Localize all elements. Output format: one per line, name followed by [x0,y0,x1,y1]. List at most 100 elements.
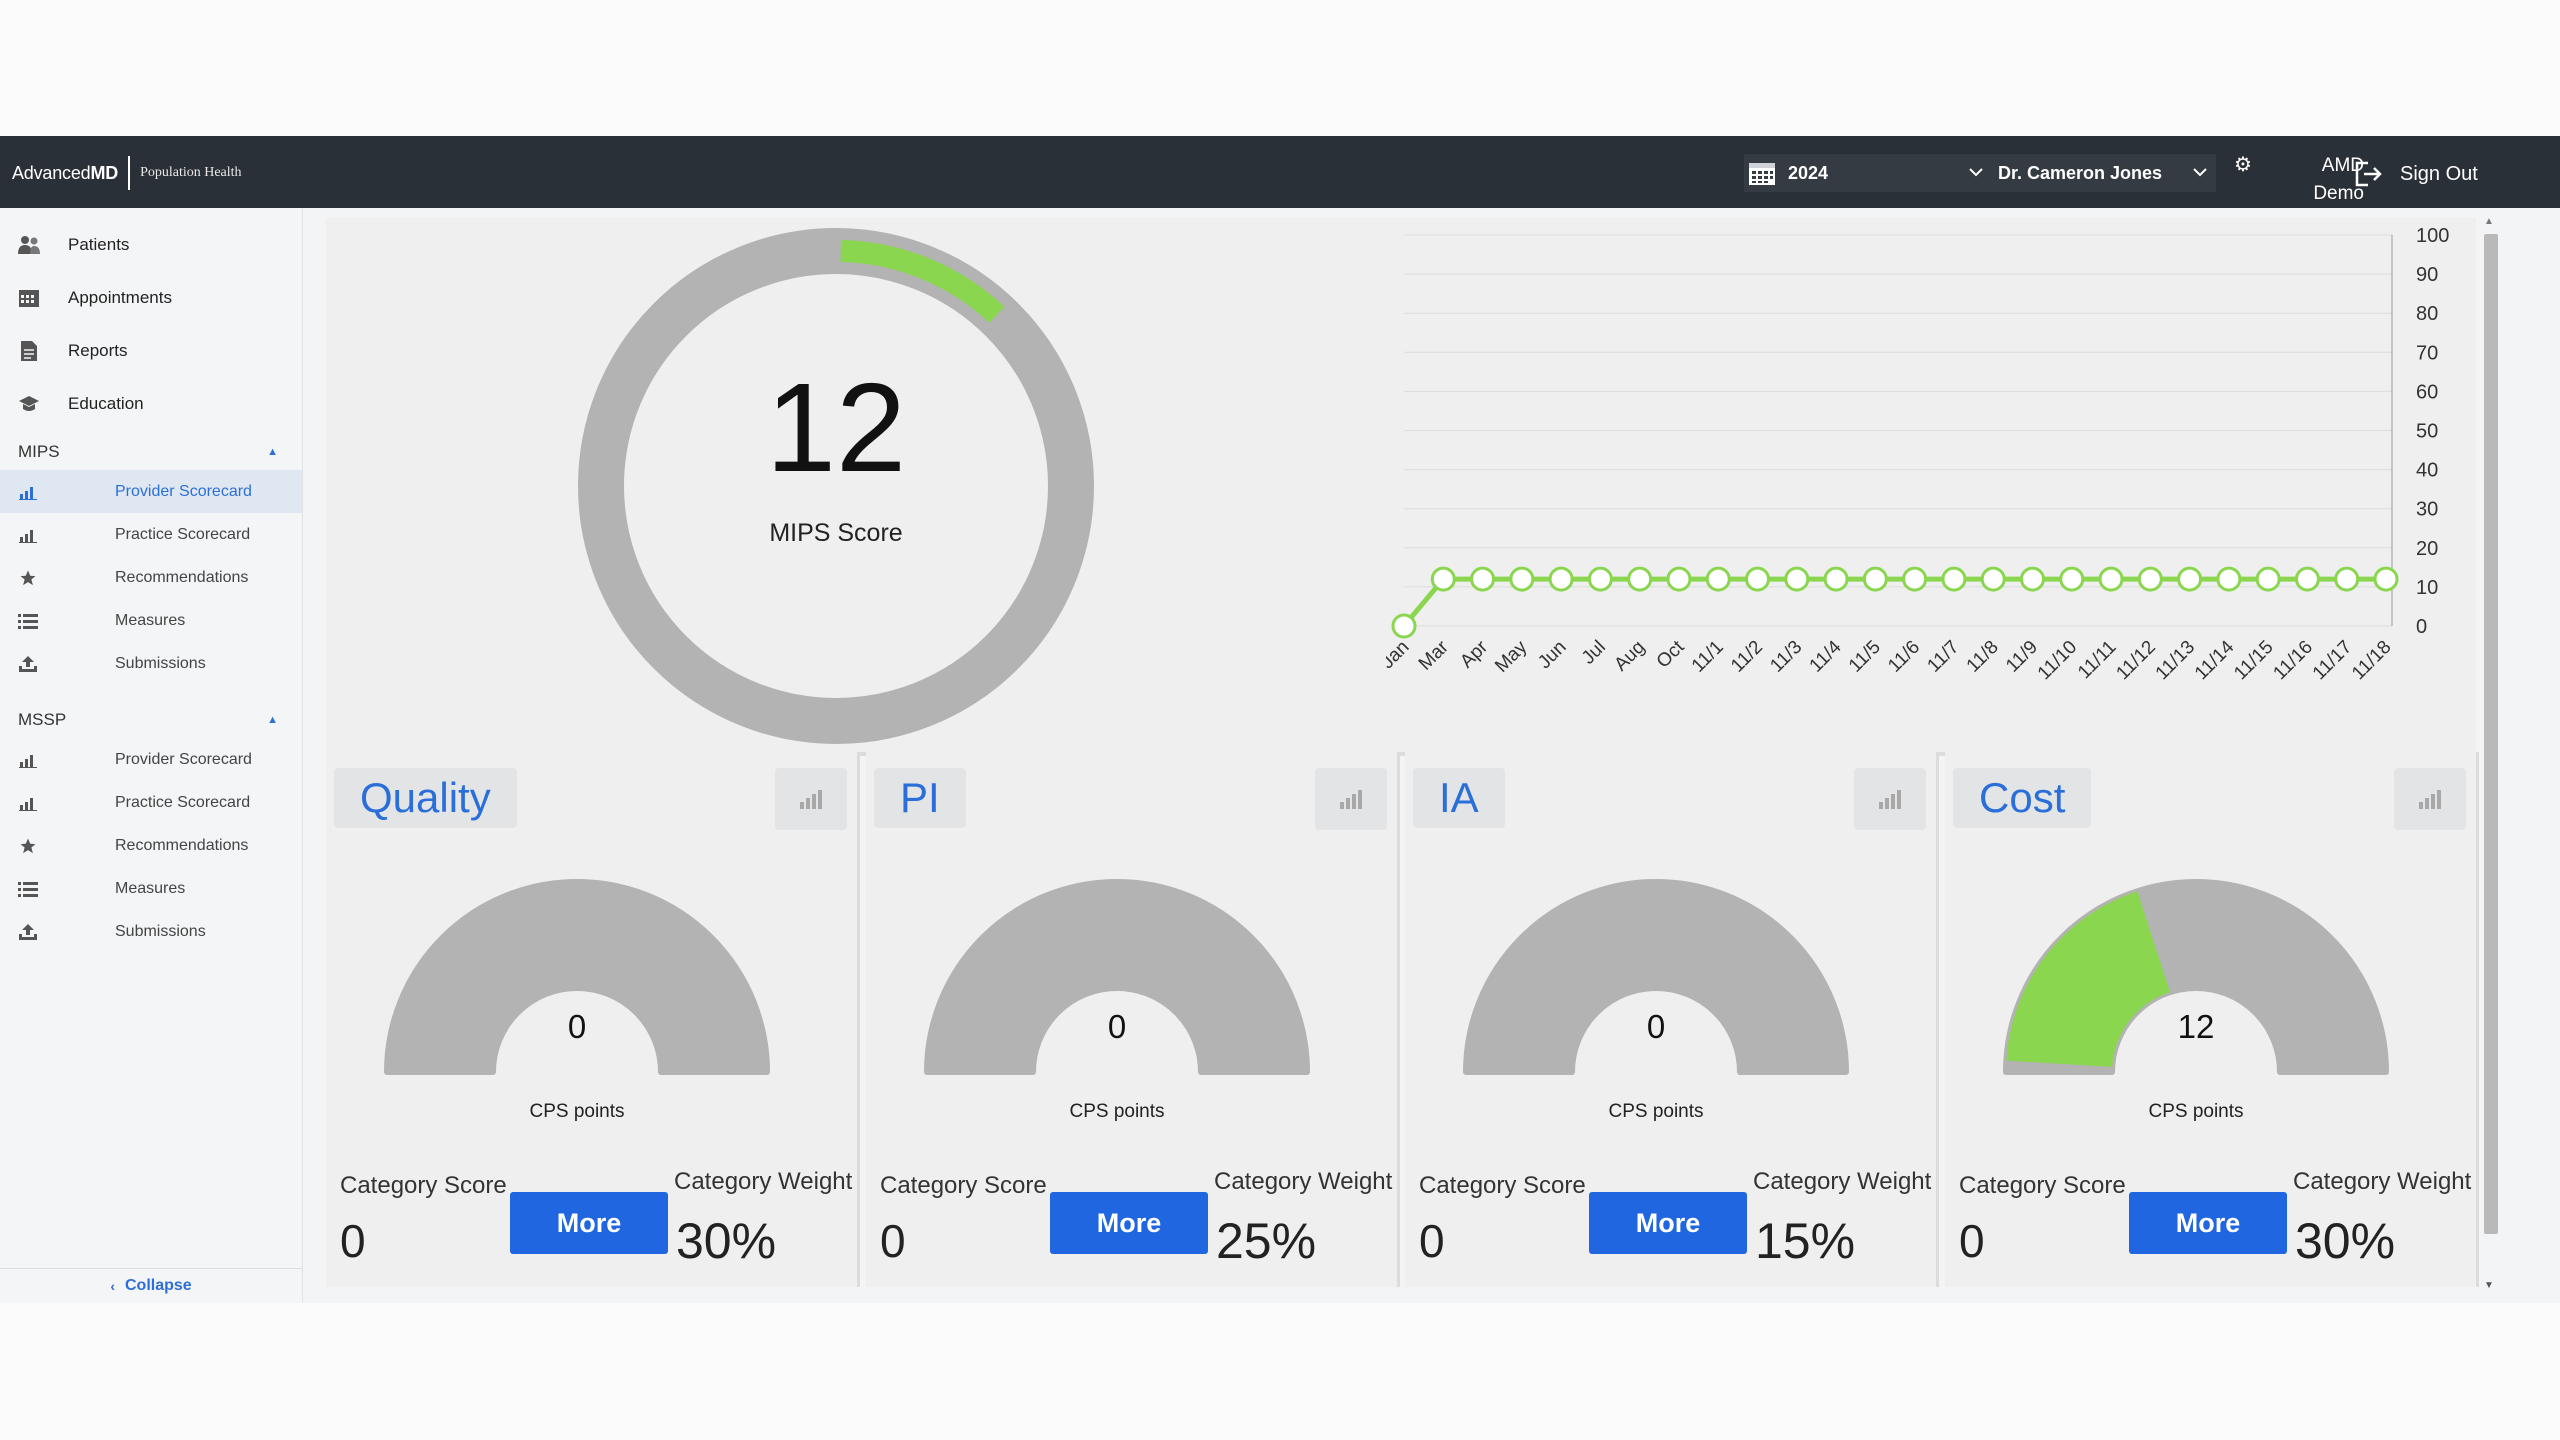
data-point[interactable] [1430,566,1456,592]
x-tick-label: 11/12 [2112,637,2159,684]
cps-points-label: CPS points [1608,1101,1704,1122]
account-name-line1: AMD [2321,155,2364,176]
sidebar-item-label: Submissions [115,922,206,940]
data-point[interactable] [2373,566,2399,592]
sidebar-item-mssp-measures[interactable]: Measures [0,867,302,910]
sidebar-item-mips-recommendations[interactable]: Recommendations [0,556,302,599]
y-tick-label: 80 [2416,303,2438,325]
mssp-section-header[interactable]: MSSP ▲ [0,702,302,738]
mips-section: MIPS ▲ Provider Scorecard Practice Score… [0,434,302,685]
sidebar-item-label: Appointments [68,287,172,307]
gauge-value: 0 [567,1008,587,1045]
sidebar-item-mips-submissions[interactable]: Submissions [0,642,302,685]
more-button[interactable]: More [2129,1192,2287,1254]
data-point[interactable] [1745,566,1771,592]
category-weight-value: 30% [2295,1213,2396,1269]
sidebar-item-mssp-submissions[interactable]: Submissions [0,910,302,953]
sidebar-item-label: Practice Scorecard [115,793,251,811]
data-point[interactable] [2334,566,2360,592]
sidebar-item-mips-provider-scorecard[interactable]: Provider Scorecard [0,470,302,513]
more-button[interactable]: More [1050,1192,1208,1254]
sidebar-item-mips-practice-scorecard[interactable]: Practice Scorecard [0,513,302,556]
mips-section-header[interactable]: MIPS ▲ [0,434,302,470]
data-point[interactable] [2216,566,2242,592]
data-point[interactable] [1666,566,1692,592]
x-tick-label: 11/7 [1923,637,1963,677]
sidebar-item-label: Measures [115,611,186,629]
bar-chart-icon [18,750,38,770]
sidebar-item-label: Practice Scorecard [115,525,251,543]
collapse-button[interactable]: ‹ Collapse [0,1268,302,1303]
provider-select[interactable]: Dr. Cameron Jones [1994,154,2216,192]
cps-points-label: CPS points [529,1101,625,1122]
year-select[interactable]: 2024 [1744,154,1994,192]
more-button[interactable]: More [510,1192,668,1254]
data-point[interactable] [1509,566,1535,592]
sidebar-item-education[interactable]: Education [0,377,302,430]
calendar-icon [18,287,40,309]
chart-toggle-button[interactable] [2394,768,2466,830]
data-point[interactable] [2294,566,2320,592]
chevron-left-icon: ‹ [110,1278,115,1294]
category-gauge [924,879,1310,1075]
data-point[interactable] [1941,566,1967,592]
x-tick-label: 11/5 [1845,637,1885,677]
category-score-value: 0 [1419,1215,1445,1267]
sidebar-item-mssp-recommendations[interactable]: Recommendations [0,824,302,867]
data-point[interactable] [2019,566,2045,592]
data-point[interactable] [1823,566,1849,592]
y-tick-label: 10 [2416,577,2438,599]
sidebar-item-label: Recommendations [115,836,249,854]
x-tick-label: Jan [1386,637,1414,674]
data-point[interactable] [1587,566,1613,592]
account-name: AMD Demo [2274,152,2364,208]
scroll-down-icon[interactable]: ▼ [2484,1280,2494,1291]
x-tick-label: 11/10 [2034,637,2081,684]
category-card-cost: Cost 12 CPS points Category Score 0 More… [1945,752,2479,1287]
sidebar-item-mssp-practice-scorecard[interactable]: Practice Scorecard [0,781,302,824]
data-point[interactable] [2059,566,2085,592]
data-point[interactable] [1784,566,1810,592]
sidebar-item-appointments[interactable]: Appointments [0,271,302,324]
mips-score-value: 12 [765,357,907,498]
data-point[interactable] [2098,566,2124,592]
data-point[interactable] [1391,613,1417,639]
data-point[interactable] [1705,566,1731,592]
data-point[interactable] [1627,566,1653,592]
scrollbar-thumb[interactable] [2484,234,2498,1234]
scroll-up-icon[interactable]: ▲ [2484,216,2494,227]
sidebar-item-reports[interactable]: Reports [0,324,302,377]
data-point[interactable] [1470,566,1496,592]
sidebar-item-mssp-provider-scorecard[interactable]: Provider Scorecard [0,738,302,781]
category-score-label: Category Score [340,1172,507,1199]
list-icon [18,879,38,899]
list-icon [18,611,38,631]
chart-toggle-button[interactable] [775,768,847,830]
account-settings[interactable]: ⚙ AMD Demo [2234,148,2364,204]
x-tick-label: 11/14 [2191,636,2239,684]
more-button[interactable]: More [1589,1192,1747,1254]
x-tick-label: 11/1 [1688,637,1728,677]
logo-divider [128,156,131,190]
data-point[interactable] [1902,566,1928,592]
brand-bold: MD [90,162,119,183]
data-point[interactable] [1862,566,1888,592]
caret-up-icon: ▲ [267,714,278,726]
main-content: 12 MIPS Score 0 10 20 30 40 50 60 70 80 90 100 Jan M… [302,208,2560,1303]
y-tick-label: 90 [2416,264,2438,286]
chart-toggle-button[interactable] [1854,768,1926,830]
data-point[interactable] [1980,566,2006,592]
top-bar: AdvancedMD Population Health 2024 Dr. Ca… [0,136,2560,208]
data-point[interactable] [2255,566,2281,592]
data-point[interactable] [2137,566,2163,592]
content-scrollbar[interactable]: ▲ ▼ [2478,216,2500,1291]
data-point[interactable] [2177,566,2203,592]
sidebar-item-mips-measures[interactable]: Measures [0,599,302,642]
sign-out-button[interactable]: Sign Out [2354,158,2478,190]
data-point[interactable] [1548,566,1574,592]
year-value: 2024 [1788,162,1829,183]
brand-name: AdvancedMD [12,163,118,184]
chart-toggle-button[interactable] [1315,768,1387,830]
sidebar-item-patients[interactable]: Patients [0,218,302,271]
y-tick-label: 60 [2416,381,2438,403]
